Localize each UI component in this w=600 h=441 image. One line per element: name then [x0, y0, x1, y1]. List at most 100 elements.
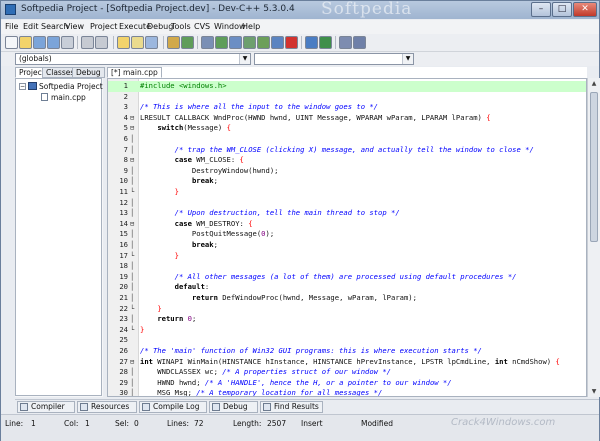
code-line[interactable]: 5 ⊟ switch(Message) {	[108, 123, 586, 134]
code-line[interactable]: 7 │ /* trap the WM_CLOSE (clicking X) mes…	[108, 145, 586, 156]
new-file-icon[interactable]	[5, 36, 18, 49]
collapse-icon[interactable]: −	[19, 83, 26, 90]
code-line[interactable]: 25	[108, 335, 586, 346]
fold-guide: │	[130, 283, 135, 292]
menu-view[interactable]: View	[65, 22, 84, 31]
debug-icon[interactable]	[271, 36, 284, 49]
editor-vertical-scrollbar[interactable]: ▲ ▼	[587, 78, 600, 397]
rebuild-icon[interactable]	[243, 36, 256, 49]
line-number: 23	[119, 314, 128, 324]
code-line[interactable]: 18 │	[108, 261, 586, 272]
tree-item-main-cpp[interactable]: main.cpp	[51, 93, 86, 102]
find-icon[interactable]	[117, 36, 130, 49]
code-line[interactable]: 30 │ MSG Msg; /* A temporary location for…	[108, 388, 586, 397]
compile-icon[interactable]	[201, 36, 214, 49]
code-line[interactable]: 3 /* This is where all the input to the w…	[108, 102, 586, 113]
save-icon[interactable]	[33, 36, 46, 49]
redo-icon[interactable]	[95, 36, 108, 49]
run-icon[interactable]	[215, 36, 228, 49]
fold-toggle-icon[interactable]: ⊟	[130, 155, 134, 166]
status-col-value: 1	[85, 419, 90, 428]
code-line[interactable]: 16 │ break;	[108, 240, 586, 251]
menu-project[interactable]: Project	[90, 22, 117, 31]
code-text: /* trap the WM_CLOSE (clicking X) messag…	[140, 145, 534, 156]
code-line[interactable]: 27 ⊟ int WINAPI WinMain(HINSTANCE hInstanc…	[108, 357, 586, 368]
scroll-up-icon[interactable]: ▲	[589, 78, 599, 89]
undo-icon[interactable]	[81, 36, 94, 49]
replace-icon[interactable]	[131, 36, 144, 49]
fold-toggle-icon[interactable]: ⊟	[130, 123, 134, 134]
code-line[interactable]: 14 ⊟ case WM_DESTROY: {	[108, 219, 586, 230]
code-line[interactable]: 28 │ WNDCLASSEX wc; /* A properties struc…	[108, 367, 586, 378]
tab-main-cpp[interactable]: [*] main.cpp	[107, 67, 162, 78]
code-line[interactable]: 4 ⊟ LRESULT CALLBACK WndProc(HWND hwnd, UI…	[108, 113, 586, 124]
code-editor[interactable]: 1 #include <windows.h> 2 3 /* This is where …	[107, 78, 587, 397]
fold-toggle-icon[interactable]: ⊟	[130, 113, 134, 124]
add-to-project-icon[interactable]	[167, 36, 180, 49]
tab-debug[interactable]: Debug	[72, 67, 105, 78]
code-line[interactable]: 2	[108, 92, 586, 103]
member-combo[interactable]: ▼	[254, 53, 414, 65]
code-line[interactable]: 20 │ default:	[108, 282, 586, 293]
chevron-down-icon[interactable]: ▼	[239, 54, 250, 64]
view-icon[interactable]	[339, 36, 352, 49]
scroll-thumb[interactable]	[590, 92, 598, 242]
code-token: /* A temporary location for all messages…	[196, 388, 383, 397]
code-line[interactable]: 19 │ /* All other messages (a lot of them…	[108, 272, 586, 283]
stop-icon[interactable]	[285, 36, 298, 49]
print-icon[interactable]	[61, 36, 74, 49]
code-line[interactable]: 21 │ return DefWindowProc(hwnd, Message, …	[108, 293, 586, 304]
new-project-icon[interactable]	[305, 36, 318, 49]
code-line[interactable]: 8 ⊟ case WM_CLOSE: {	[108, 155, 586, 166]
line-number: 30	[119, 388, 128, 397]
code-line[interactable]: 17 └ }	[108, 251, 586, 262]
status-lines-label: Lines:	[167, 419, 190, 428]
menu-window[interactable]: Window	[214, 22, 246, 31]
fold-toggle-icon[interactable]: ⊟	[130, 219, 134, 230]
fold-toggle-icon[interactable]: ⊟	[130, 357, 134, 368]
menu-debug[interactable]: Debug	[147, 22, 173, 31]
menu-edit[interactable]: Edit	[23, 22, 39, 31]
code-line[interactable]: 12 │	[108, 198, 586, 209]
code-line[interactable]: 9 │ DestroyWindow(hwnd);	[108, 166, 586, 177]
code-line[interactable]: 6 │	[108, 134, 586, 145]
debug-tab[interactable]: Debug	[209, 401, 258, 413]
resources-tab[interactable]: Resources	[77, 401, 137, 413]
chevron-down-icon[interactable]: ▼	[402, 54, 413, 64]
code-line[interactable]: 15 │ PostQuitMessage(0);	[108, 229, 586, 240]
compile-log-tab[interactable]: Compile Log	[139, 401, 207, 413]
find-results-tab[interactable]: Find Results	[260, 401, 323, 413]
menu-tools[interactable]: Tools	[171, 22, 191, 31]
goto-icon[interactable]	[145, 36, 158, 49]
menu-cvs[interactable]: CVS	[194, 22, 210, 31]
check-icon[interactable]	[257, 36, 270, 49]
code-line[interactable]: 10 │ break;	[108, 176, 586, 187]
code-line[interactable]: 13 │ /* Upon destruction, tell the main t…	[108, 208, 586, 219]
code-line[interactable]: 1 #include <windows.h>	[108, 81, 586, 92]
title-bar[interactable]: Softpedia Project - [Softpedia Project.d…	[1, 0, 599, 19]
code-text: LRESULT CALLBACK WndProc(HWND hwnd, UINT…	[140, 113, 491, 124]
code-line[interactable]: 23 │ return 0;	[108, 314, 586, 325]
code-token: LRESULT CALLBACK WndProc(HWND hwnd, UINT…	[140, 112, 487, 122]
help-icon[interactable]	[353, 36, 366, 49]
menu-file[interactable]: File	[5, 22, 18, 31]
minimize-button[interactable]: –	[531, 2, 551, 17]
open-icon[interactable]	[19, 36, 32, 49]
scope-combo[interactable]: (globals) ▼	[15, 53, 251, 65]
compiler-tab[interactable]: Compiler	[17, 401, 75, 413]
code-line[interactable]: 24 └}	[108, 325, 586, 336]
code-line[interactable]: 11 └ }	[108, 187, 586, 198]
compile-run-icon[interactable]	[229, 36, 242, 49]
tree-item-project[interactable]: Softpedia Project	[39, 82, 103, 91]
save-all-icon[interactable]	[47, 36, 60, 49]
code-line[interactable]: 29 │ HWND hwnd; /* A 'HANDLE', hence the …	[108, 378, 586, 389]
menu-help[interactable]: Help	[242, 22, 260, 31]
remove-from-project-icon[interactable]	[181, 36, 194, 49]
close-button[interactable]: ✕	[573, 2, 597, 17]
code-line[interactable]: 26 /* The 'main' function of Win32 GUI pr…	[108, 346, 586, 357]
scroll-down-icon[interactable]: ▼	[589, 386, 599, 397]
code-token: /* All other messages (a lot of them) ar…	[174, 271, 517, 281]
maximize-button[interactable]: □	[552, 2, 572, 17]
code-line[interactable]: 22 └ }	[108, 304, 586, 315]
close-project-icon[interactable]	[319, 36, 332, 49]
